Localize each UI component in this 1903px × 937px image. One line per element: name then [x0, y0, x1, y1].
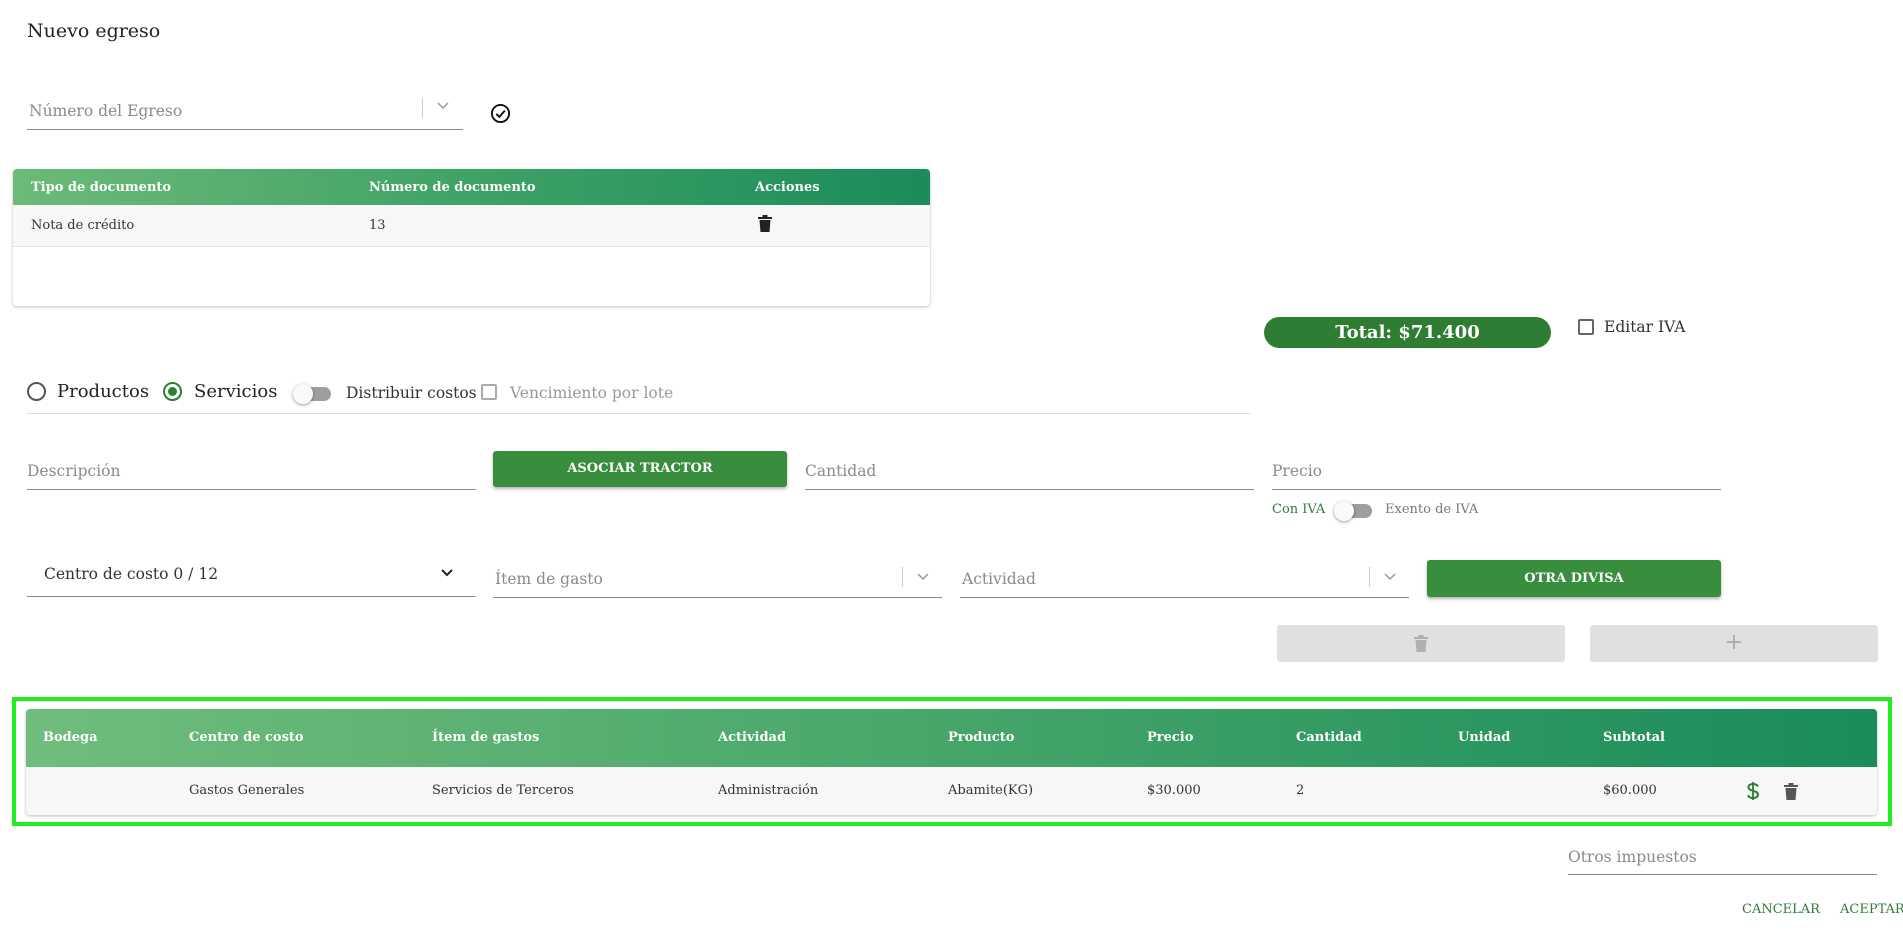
- items-table-header: Bodega Centro de costo Ítem de gastos Ac…: [26, 709, 1877, 767]
- cancel-button[interactable]: CANCELAR: [1742, 902, 1820, 917]
- col-producto: Producto: [948, 730, 1015, 745]
- item-gasto-placeholder: Ítem de gasto: [495, 570, 603, 588]
- total-badge: Total: $71.400: [1264, 317, 1551, 348]
- cantidad-input[interactable]: Cantidad: [805, 459, 1254, 490]
- col-actividad: Actividad: [718, 730, 787, 745]
- iva-toggle[interactable]: [1334, 501, 1372, 521]
- dollar-icon[interactable]: [1746, 781, 1760, 801]
- cantidad-cell: 2: [1296, 783, 1305, 798]
- productos-label: Productos: [57, 381, 150, 402]
- cantidad-placeholder: Cantidad: [805, 462, 877, 480]
- checkbox-box[interactable]: [1578, 319, 1594, 335]
- item-gasto-select[interactable]: Ítem de gasto: [493, 564, 942, 598]
- col-cantidad: Cantidad: [1296, 730, 1362, 745]
- vencimiento-checkbox[interactable]: [481, 384, 497, 400]
- distribuir-costos-label: Distribuir costos: [346, 384, 477, 402]
- select-divider: [1369, 567, 1370, 587]
- delete-icon[interactable]: [1784, 783, 1798, 800]
- asociar-tractor-button[interactable]: ASOCIAR TRACTOR: [493, 451, 787, 487]
- producto-cell: Abamite(KG): [948, 783, 1034, 798]
- centro-costo-value: Centro de costo 0 / 12: [44, 565, 219, 583]
- delete-icon: [1414, 635, 1428, 652]
- select-divider: [902, 567, 903, 587]
- doc-numero-cell: 13: [369, 218, 386, 233]
- table-row: Gastos Generales Servicios de Terceros A…: [26, 767, 1877, 815]
- vencimiento-label: Vencimiento por lote: [510, 384, 674, 402]
- documents-table-header: Tipo de documento Número de documento Ac…: [13, 169, 930, 205]
- accept-button[interactable]: ACEPTAR: [1840, 902, 1903, 917]
- precio-input[interactable]: Precio: [1272, 459, 1721, 490]
- precio-cell: $30.000: [1147, 783, 1201, 798]
- col-tipo-documento: Tipo de documento: [31, 180, 172, 195]
- chevron-down-icon[interactable]: [1383, 572, 1397, 582]
- actividad-cell: Administración: [718, 783, 819, 798]
- otra-divisa-button[interactable]: OTRA DIVISA: [1427, 560, 1721, 597]
- col-acciones: Acciones: [755, 180, 820, 195]
- con-iva-label: Con IVA: [1272, 502, 1326, 517]
- chevron-down-icon[interactable]: [916, 572, 930, 582]
- col-centro-costo: Centro de costo: [189, 730, 304, 745]
- chevron-down-icon[interactable]: [440, 568, 454, 578]
- otros-impuestos-input[interactable]: Otros impuestos: [1568, 844, 1877, 875]
- egreso-number-select[interactable]: Número del Egreso: [27, 93, 463, 130]
- editar-iva-label: Editar IVA: [1604, 318, 1686, 336]
- exento-iva-label: Exento de IVA: [1385, 502, 1479, 517]
- page-title: Nuevo egreso: [27, 20, 161, 42]
- editar-iva-checkbox[interactable]: Editar IVA: [1578, 317, 1685, 336]
- col-numero-documento: Número de documento: [369, 180, 536, 195]
- centro-costo-cell: Gastos Generales: [189, 783, 305, 798]
- col-precio: Precio: [1147, 730, 1194, 745]
- documents-table: Tipo de documento Número de documento Ac…: [13, 169, 930, 306]
- precio-placeholder: Precio: [1272, 462, 1322, 480]
- radio-productos[interactable]: [27, 382, 46, 401]
- subtotal-cell: $60.000: [1603, 783, 1657, 798]
- egreso-number-placeholder: Número del Egreso: [29, 102, 183, 120]
- otros-impuestos-placeholder: Otros impuestos: [1568, 848, 1697, 866]
- table-row: Nota de crédito 13: [13, 205, 930, 247]
- descripcion-input[interactable]: Descripción: [27, 459, 476, 490]
- item-gastos-cell: Servicios de Terceros: [432, 783, 574, 798]
- actividad-select[interactable]: Actividad: [960, 564, 1409, 598]
- check-circle-icon[interactable]: [490, 103, 511, 124]
- col-subtotal: Subtotal: [1603, 730, 1665, 745]
- distribuir-costos-toggle[interactable]: [293, 384, 331, 404]
- col-unidad: Unidad: [1458, 730, 1511, 745]
- items-table: Bodega Centro de costo Ítem de gastos Ac…: [26, 709, 1877, 815]
- descripcion-placeholder: Descripción: [27, 462, 121, 480]
- servicios-label: Servicios: [194, 381, 278, 402]
- mode-options-row: Productos Servicios Distribuir costos Ve…: [27, 377, 1251, 414]
- doc-tipo-cell: Nota de crédito: [31, 218, 135, 233]
- select-divider: [422, 98, 423, 118]
- centro-costo-select[interactable]: Centro de costo 0 / 12: [27, 555, 476, 597]
- radio-servicios[interactable]: [163, 382, 182, 401]
- col-item-gastos: Ítem de gastos: [432, 730, 540, 745]
- col-bodega: Bodega: [43, 730, 98, 745]
- chevron-down-icon[interactable]: [436, 101, 450, 111]
- delete-row-button[interactable]: [1277, 625, 1565, 662]
- delete-icon[interactable]: [758, 215, 772, 232]
- add-row-button[interactable]: +: [1590, 625, 1878, 662]
- actividad-placeholder: Actividad: [962, 570, 1036, 588]
